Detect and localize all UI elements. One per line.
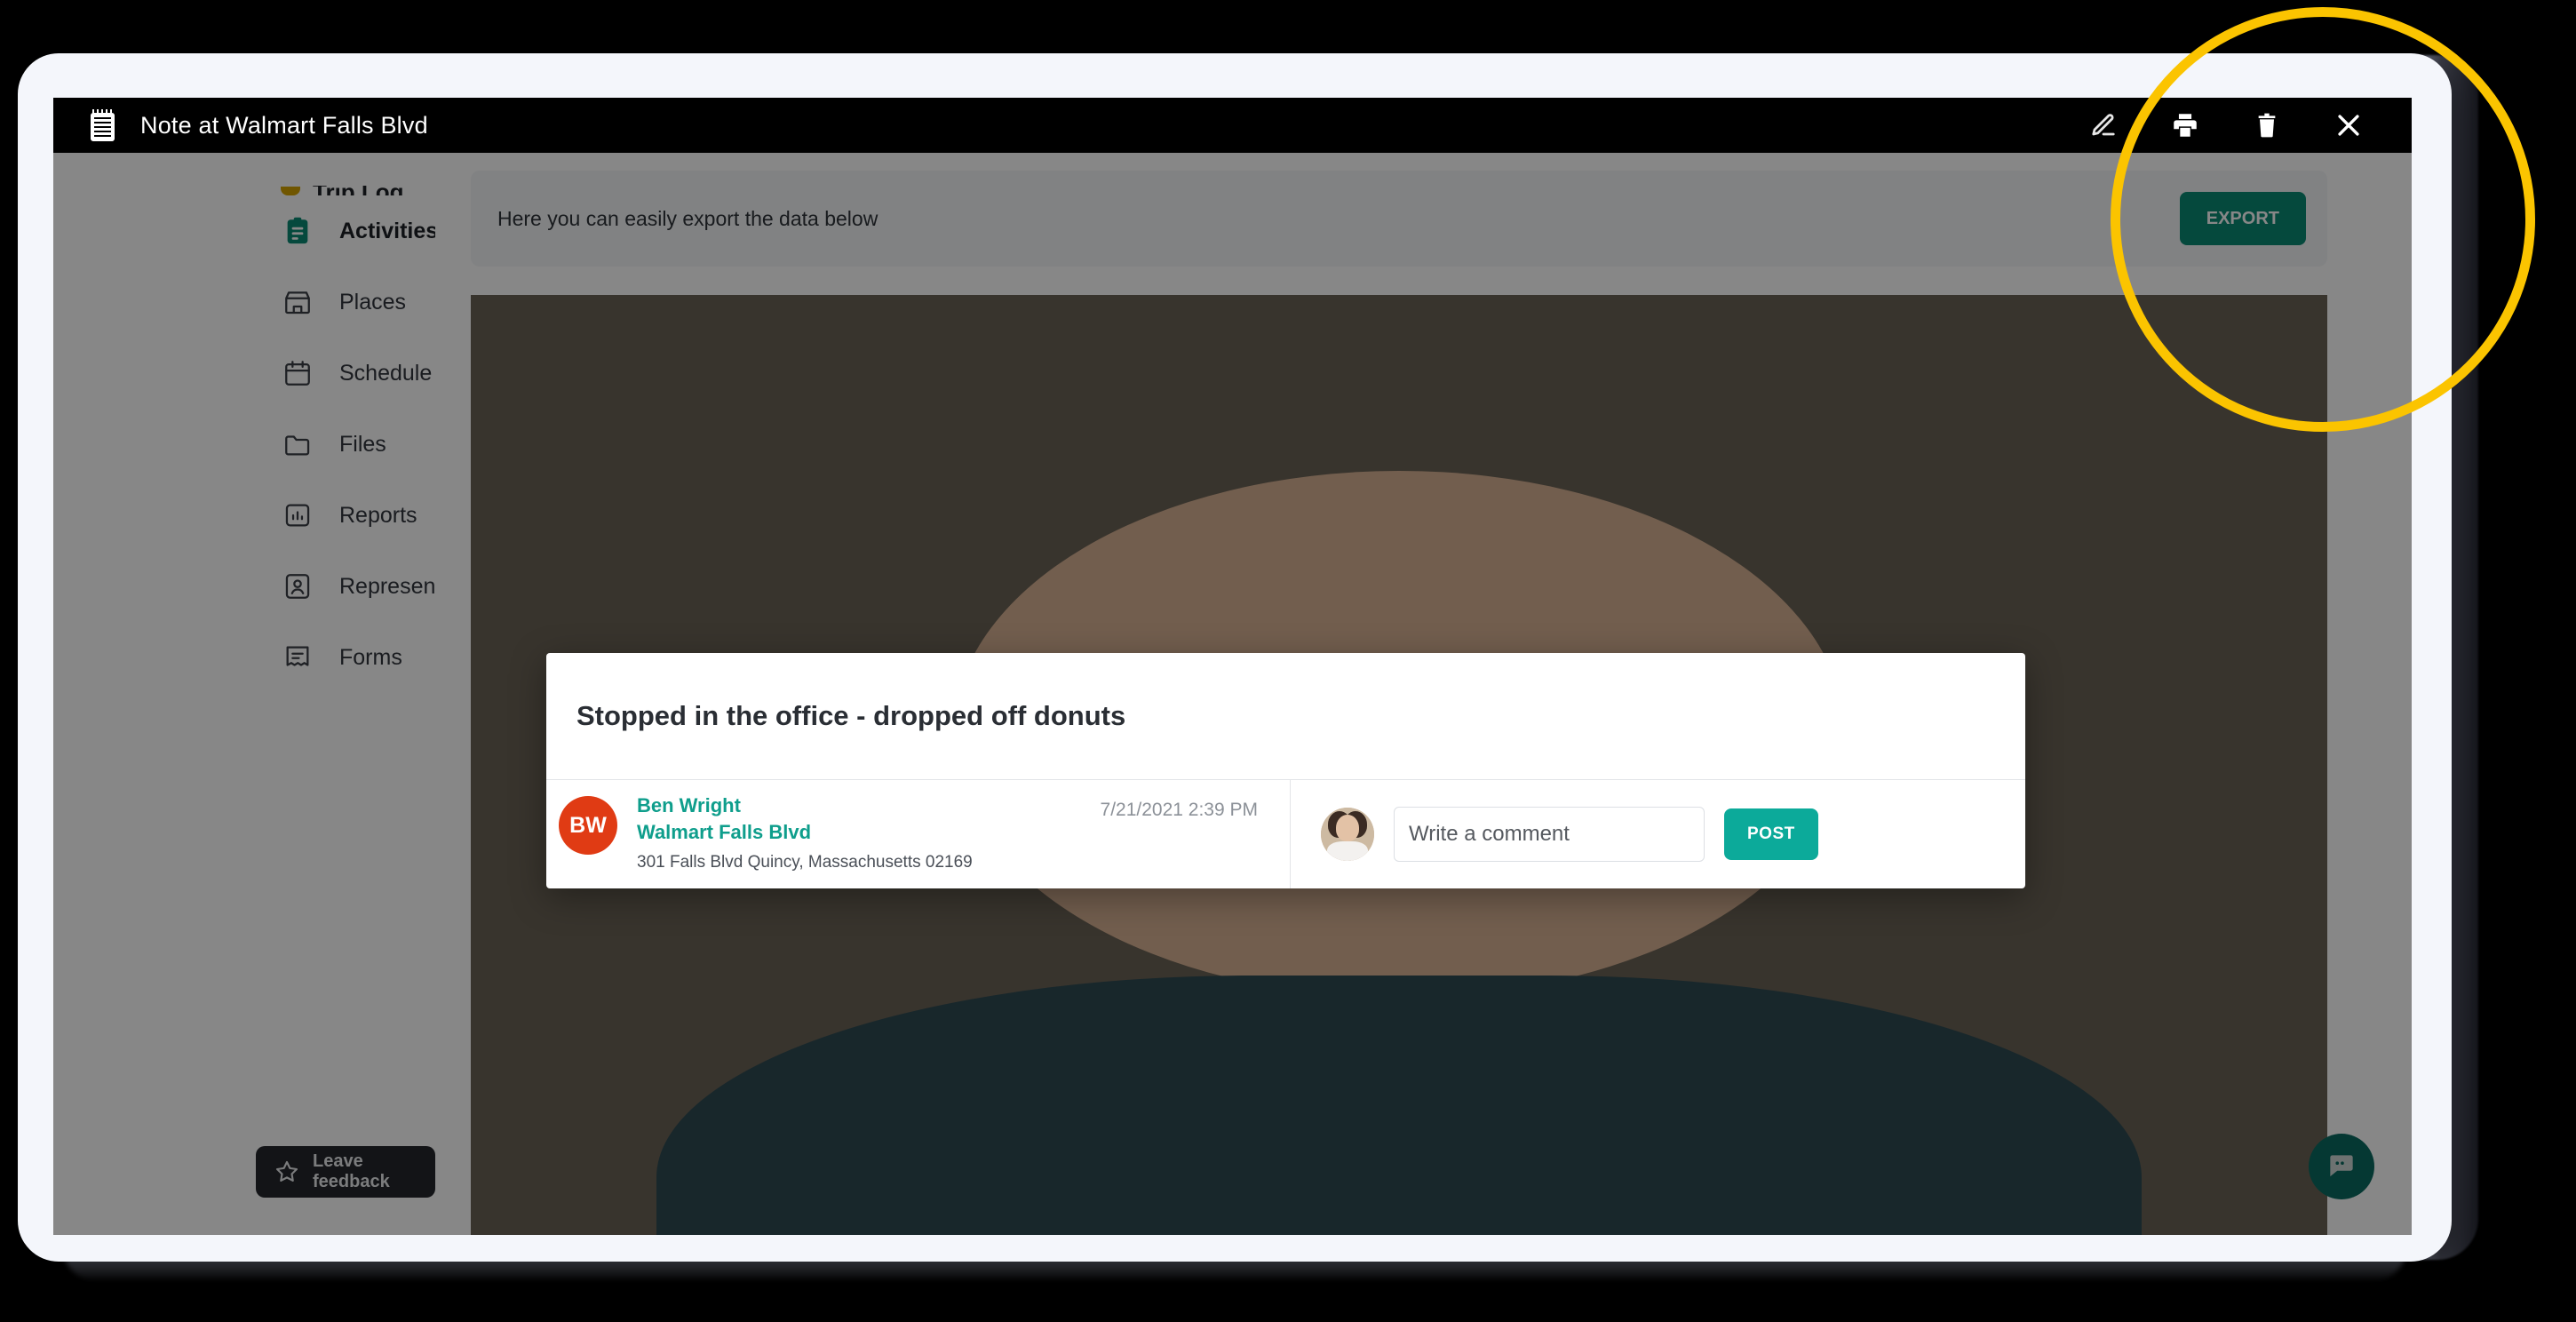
close-icon[interactable] bbox=[2328, 105, 2369, 146]
avatar-initials: BW bbox=[569, 812, 607, 838]
modal-comment-section: POST bbox=[1291, 780, 2025, 888]
note-icon bbox=[89, 109, 119, 141]
delete-icon[interactable] bbox=[2246, 105, 2287, 146]
modal-title: Stopped in the office - dropped off donu… bbox=[576, 700, 1126, 731]
window-title: Note at Walmart Falls Blvd bbox=[140, 111, 428, 139]
titlebar-actions bbox=[2083, 105, 2412, 146]
modal-author-section: BW Ben Wright Walmart Falls Blvd 301 Fal… bbox=[546, 780, 1291, 888]
app-screen: Note at Walmart Falls Blvd Activities Pl… bbox=[53, 98, 2412, 1235]
modal-timestamp: 7/21/2021 2:39 PM bbox=[1100, 800, 1258, 820]
comment-input[interactable] bbox=[1394, 807, 1705, 862]
print-icon[interactable] bbox=[2165, 105, 2206, 146]
modal-place-name[interactable]: Walmart Falls Blvd bbox=[637, 819, 973, 846]
edit-icon[interactable] bbox=[2083, 105, 2124, 146]
window-titlebar: Note at Walmart Falls Blvd bbox=[53, 98, 2412, 153]
modal-author-name[interactable]: Ben Wright bbox=[637, 792, 973, 819]
modal-place-address: 301 Falls Blvd Quincy, Massachusetts 021… bbox=[637, 853, 973, 872]
screenshot-stage: Note at Walmart Falls Blvd Activities Pl… bbox=[0, 0, 2576, 1322]
avatar bbox=[1321, 808, 1374, 861]
avatar: BW bbox=[559, 796, 617, 855]
note-detail-modal: Stopped in the office - dropped off donu… bbox=[546, 653, 2025, 888]
post-comment-button[interactable]: POST bbox=[1724, 808, 1818, 860]
modal-body: BW Ben Wright Walmart Falls Blvd 301 Fal… bbox=[546, 780, 2025, 888]
modal-header: Stopped in the office - dropped off donu… bbox=[546, 653, 2025, 780]
